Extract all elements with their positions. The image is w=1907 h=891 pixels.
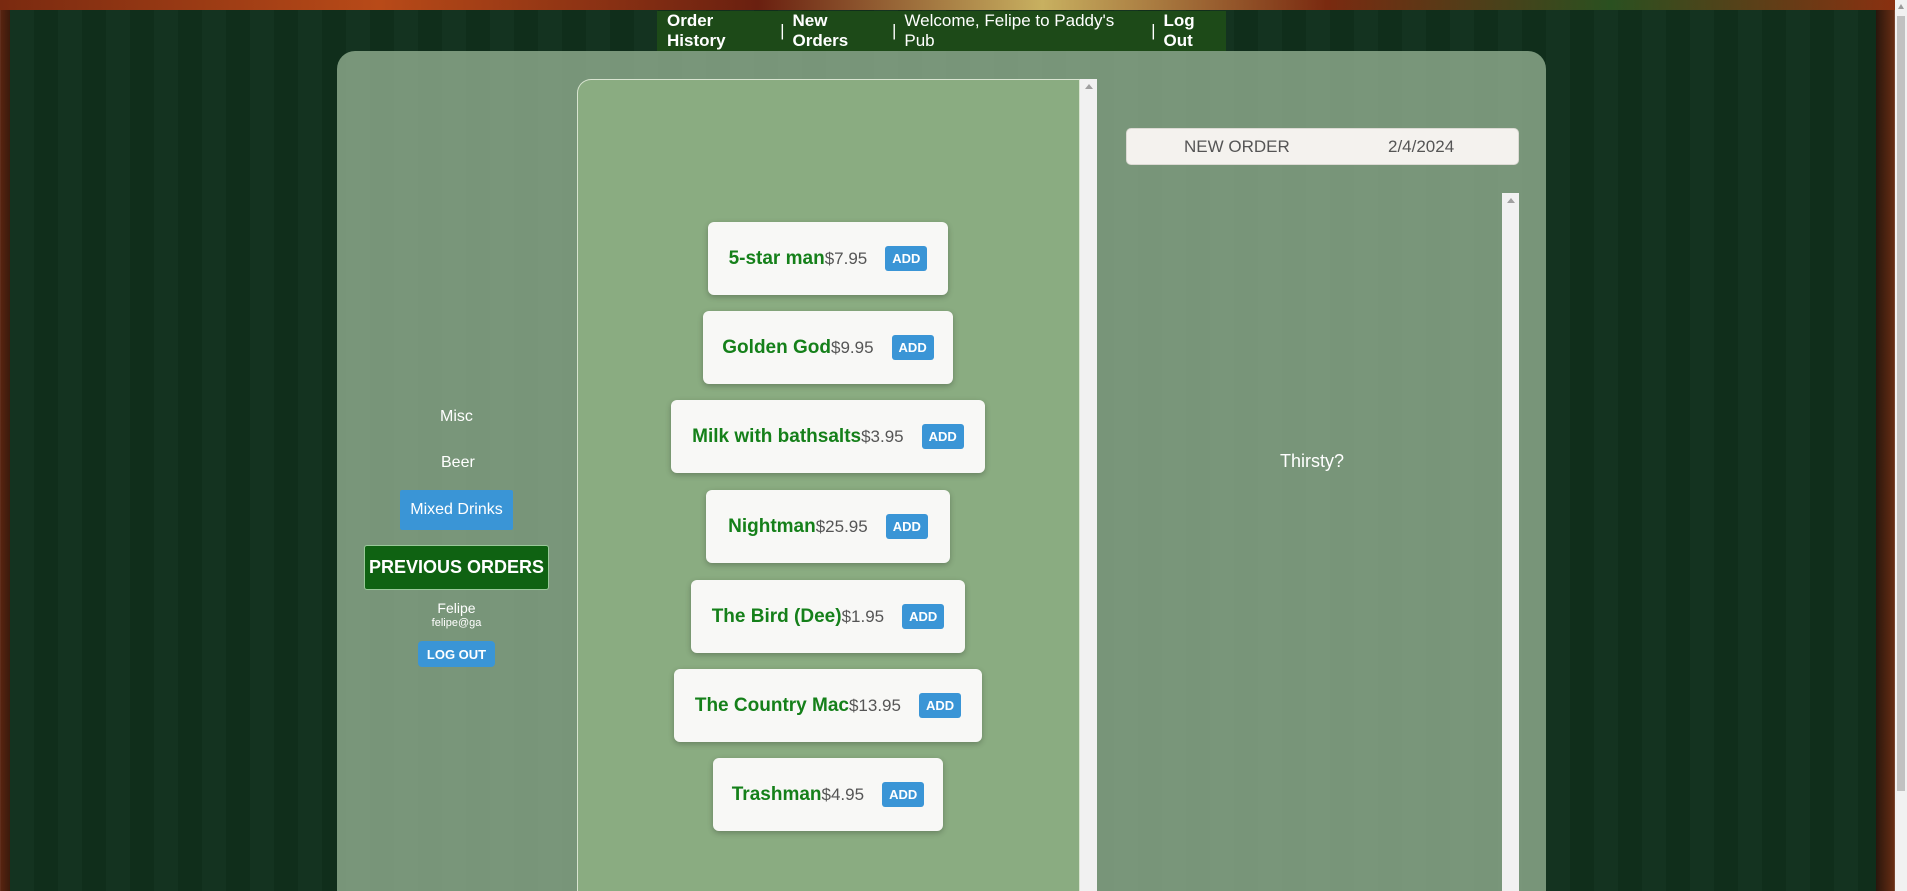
- menu-item-card: Nightman $25.95 ADD: [706, 490, 950, 563]
- item-price: $13.95: [848, 695, 901, 715]
- item-name: The Country Mac: [694, 694, 849, 716]
- user-name: Felipe: [437, 600, 476, 616]
- item-price: $3.95: [861, 426, 904, 446]
- order-date: 2/4/2024: [1388, 137, 1455, 156]
- nav-separator: |: [891, 21, 897, 40]
- category-mixed-drinks[interactable]: Mixed Drinks: [400, 490, 513, 530]
- scroll-up-arrow-icon[interactable]: [1507, 198, 1515, 203]
- background-image-top: [0, 0, 1895, 10]
- order-header: NEW ORDER 2/4/2024: [1126, 128, 1519, 165]
- item-price: $4.95: [821, 784, 865, 804]
- scroll-up-arrow-icon[interactable]: [1085, 84, 1093, 89]
- item-price: $9.95: [831, 337, 874, 357]
- item-name: The Bird (Dee): [711, 605, 842, 627]
- welcome-message: Welcome, Felipe to Paddy's Pub: [904, 11, 1115, 50]
- add-item-button[interactable]: ADD: [885, 246, 928, 271]
- item-name: Golden God: [722, 336, 831, 358]
- item-name: Nightman: [728, 515, 816, 537]
- order-label: NEW ORDER: [1184, 137, 1290, 156]
- menu-item-card: Golden God $9.95 ADD: [703, 311, 953, 384]
- log-out-button[interactable]: LOG OUT: [418, 641, 495, 667]
- menu-item-card: The Country Mac $13.95 ADD: [674, 669, 982, 742]
- item-name: 5-star man: [728, 247, 825, 269]
- add-item-button[interactable]: ADD: [902, 604, 945, 629]
- menu-item-card: Milk with bathsalts $3.95 ADD: [671, 400, 985, 473]
- page-scrollbar[interactable]: [1895, 0, 1907, 891]
- item-price: $25.95: [815, 516, 868, 536]
- item-price: $7.95: [824, 248, 868, 268]
- category-beer[interactable]: Beer: [441, 454, 475, 472]
- menu-item-card: Trashman $4.95 ADD: [713, 758, 943, 831]
- menu-item-card: The Bird (Dee) $1.95 ADD: [691, 580, 965, 653]
- add-item-button[interactable]: ADD: [882, 782, 925, 807]
- menu-list-scrollbar[interactable]: [1080, 79, 1097, 891]
- empty-order-message: Thirsty?: [1279, 451, 1344, 471]
- nav-separator: |: [1151, 21, 1156, 40]
- nav-separator: |: [780, 21, 785, 40]
- order-list-scrollbar[interactable]: [1502, 193, 1519, 891]
- user-email: felipe@ga: [431, 617, 482, 629]
- add-item-button[interactable]: ADD: [891, 335, 934, 360]
- previous-orders-button[interactable]: PREVIOUS ORDERS: [364, 545, 549, 590]
- item-name: Trashman: [731, 783, 822, 805]
- nav-log-out-link[interactable]: Log Out: [1164, 11, 1226, 51]
- nav-order-history-link[interactable]: Order History: [667, 11, 772, 51]
- item-price: $1.95: [841, 606, 885, 626]
- scrollbar-thumb[interactable]: [1897, 16, 1905, 791]
- item-name: Milk with bathsalts: [692, 425, 862, 447]
- category-misc[interactable]: Misc: [440, 408, 473, 426]
- menu-item-card: 5-star man $7.95 ADD: [708, 222, 948, 295]
- add-item-button[interactable]: ADD: [921, 424, 964, 449]
- add-item-button[interactable]: ADD: [885, 514, 928, 539]
- top-nav: Order History | New Orders | Welcome, Fe…: [657, 11, 1226, 51]
- add-item-button[interactable]: ADD: [918, 693, 962, 718]
- nav-new-orders-link[interactable]: New Orders: [792, 11, 883, 51]
- scroll-up-arrow-icon[interactable]: [1898, 4, 1904, 9]
